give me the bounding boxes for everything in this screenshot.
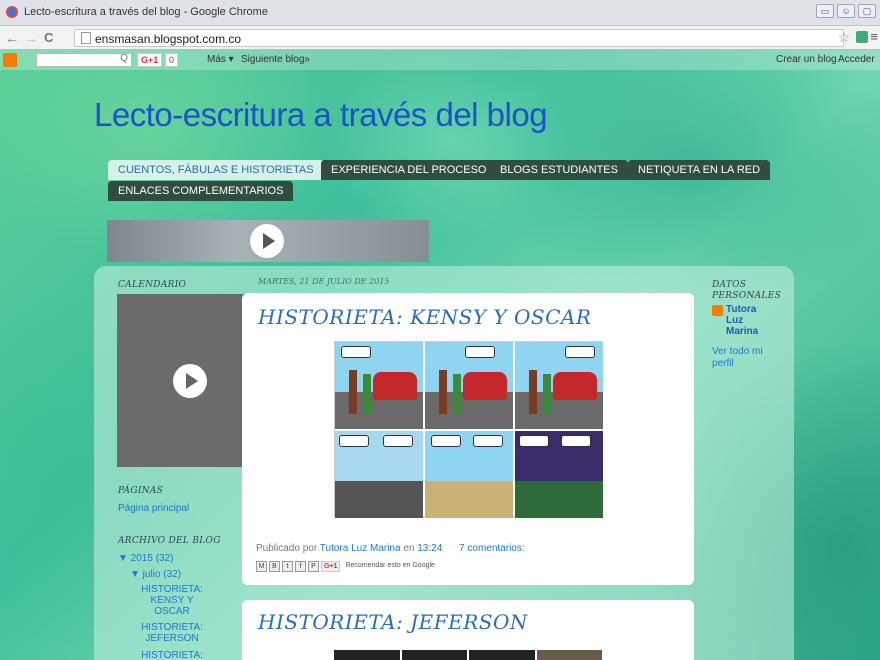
calendar-video[interactable] xyxy=(117,294,262,467)
profile-name-link[interactable]: Tutora Luz Marina xyxy=(726,304,766,337)
blogger-navbar: Q G+1 0 Más ▾ Siguiente blog» Crear un b… xyxy=(0,50,880,70)
tab-blogs-estudiantes[interactable]: BLOGS ESTUDIANTES xyxy=(490,160,628,180)
recommend-text: Recomendar esto en Google xyxy=(345,562,435,569)
post-title[interactable]: HISTORIETA: KENSY Y OSCAR xyxy=(258,305,591,329)
twitter-share-icon[interactable]: t xyxy=(282,561,293,572)
window-titlebar: Lecto-escritura a través del blog - Goog… xyxy=(0,0,880,26)
published-by-label: Publicado por xyxy=(256,543,318,554)
blog-background: Q G+1 0 Más ▾ Siguiente blog» Crear un b… xyxy=(0,50,880,660)
chrome-icon xyxy=(6,6,18,18)
pinterest-share-icon[interactable]: P xyxy=(308,561,319,572)
blog-search-input[interactable]: Q xyxy=(36,53,132,67)
address-bar[interactable]: ensmasan.blogspot.com.co xyxy=(74,29,844,47)
extension-icon[interactable] xyxy=(856,31,868,43)
comic-panel xyxy=(515,431,603,518)
archive-post-1[interactable]: HISTORIETA: KENSY Y OSCAR xyxy=(140,584,204,617)
post-meta: Publicado por Tutora Luz Marina en 13:24… xyxy=(256,543,525,554)
bookmark-star-icon[interactable]: ☆ xyxy=(837,29,850,46)
window-title: Lecto-escritura a través del blog - Goog… xyxy=(24,6,268,18)
at-label: en xyxy=(403,543,415,554)
gplus-button[interactable]: G+1 xyxy=(137,53,163,67)
window-controls: ▭ ☺ ▢ xyxy=(816,4,876,18)
tab-enlaces[interactable]: ENLACES COMPLEMENTARIOS xyxy=(108,181,294,201)
url-text[interactable]: ensmasan.blogspot.com.co xyxy=(95,32,241,46)
header-video[interactable] xyxy=(107,220,429,262)
facebook-share-icon[interactable]: f xyxy=(295,561,306,572)
post-card: HISTORIETA: KENSY Y OSCAR Publicado por … xyxy=(242,293,694,585)
view-profile-link[interactable]: Ver todo mi perfil xyxy=(712,346,772,370)
profile-heading: DATOS PERSONALES xyxy=(712,280,782,301)
comic-image[interactable] xyxy=(334,341,603,518)
comic-panel xyxy=(425,431,513,518)
next-blog-link[interactable]: Siguiente blog» xyxy=(241,54,310,65)
post-date: MARTES, 21 DE JULIO DE 2015 xyxy=(258,277,390,286)
archive-post-3[interactable]: HISTORIETA: xyxy=(140,650,204,660)
gplus-share-button[interactable]: G+1 xyxy=(321,561,341,572)
blogger-icon[interactable] xyxy=(3,53,17,67)
back-button[interactable]: ← xyxy=(5,30,19,46)
share-buttons: M B t f P G+1 Recomendar esto en Google xyxy=(256,561,435,572)
archive-heading: ARCHIVO DEL BLOG xyxy=(118,536,221,546)
archive-month[interactable]: ▼ julio (32) xyxy=(130,569,181,580)
comic-panel xyxy=(335,431,423,518)
tab-cuentos[interactable]: CUENTOS, FÁBULAS E HISTORIETAS xyxy=(108,160,324,180)
gplus-count: 0 xyxy=(165,53,179,67)
create-blog-link[interactable]: Crear un blog xyxy=(776,54,837,65)
tab-experiencia[interactable]: EXPERIENCIA DEL PROCESO xyxy=(321,160,497,180)
comic-image[interactable] xyxy=(334,650,602,660)
comic-panel xyxy=(515,342,603,429)
reload-button[interactable]: C xyxy=(44,30,53,45)
author-link[interactable]: Tutora Luz Marina xyxy=(320,543,401,554)
archive-post-2[interactable]: HISTORIETA: JEFERSON xyxy=(140,622,204,644)
chrome-menu-icon[interactable]: ≡ xyxy=(870,29,878,44)
play-icon[interactable] xyxy=(173,364,207,398)
home-page-link[interactable]: Página principal xyxy=(118,503,189,514)
comic-panel xyxy=(425,342,513,429)
post-title[interactable]: HISTORIETA: JEFERSON xyxy=(258,610,528,634)
page-icon xyxy=(81,32,91,44)
minimize-button[interactable]: ▭ xyxy=(816,4,834,18)
comic-panel xyxy=(335,342,423,429)
blogger-profile-icon xyxy=(712,305,723,316)
comments-link[interactable]: 7 comentarios: xyxy=(459,543,525,554)
more-menu[interactable]: Más ▾ xyxy=(207,54,234,65)
browser-toolbar: ← → C ensmasan.blogspot.com.co ☆ ≡ xyxy=(0,26,880,50)
sign-in-link[interactable]: Acceder xyxy=(838,54,875,65)
calendar-heading: CALENDARIO xyxy=(118,280,187,290)
blog-title[interactable]: Lecto-escritura a través del blog xyxy=(94,96,548,134)
play-icon[interactable] xyxy=(250,224,284,258)
profile-icon[interactable]: ☺ xyxy=(837,4,855,18)
search-icon[interactable]: Q xyxy=(120,53,128,64)
post-time-link[interactable]: 13:24 xyxy=(417,543,442,554)
blogthis-icon[interactable]: B xyxy=(269,561,280,572)
email-share-icon[interactable]: M xyxy=(256,561,267,572)
post-card: HISTORIETA: JEFERSON xyxy=(242,600,694,660)
archive-year[interactable]: ▼ 2015 (32) xyxy=(118,553,173,564)
tab-netiqueta[interactable]: NETIQUETA EN LA RED xyxy=(628,160,771,180)
forward-button[interactable]: → xyxy=(24,30,38,46)
pages-heading: PÁGINAS xyxy=(118,486,164,496)
maximize-button[interactable]: ▢ xyxy=(858,4,876,18)
